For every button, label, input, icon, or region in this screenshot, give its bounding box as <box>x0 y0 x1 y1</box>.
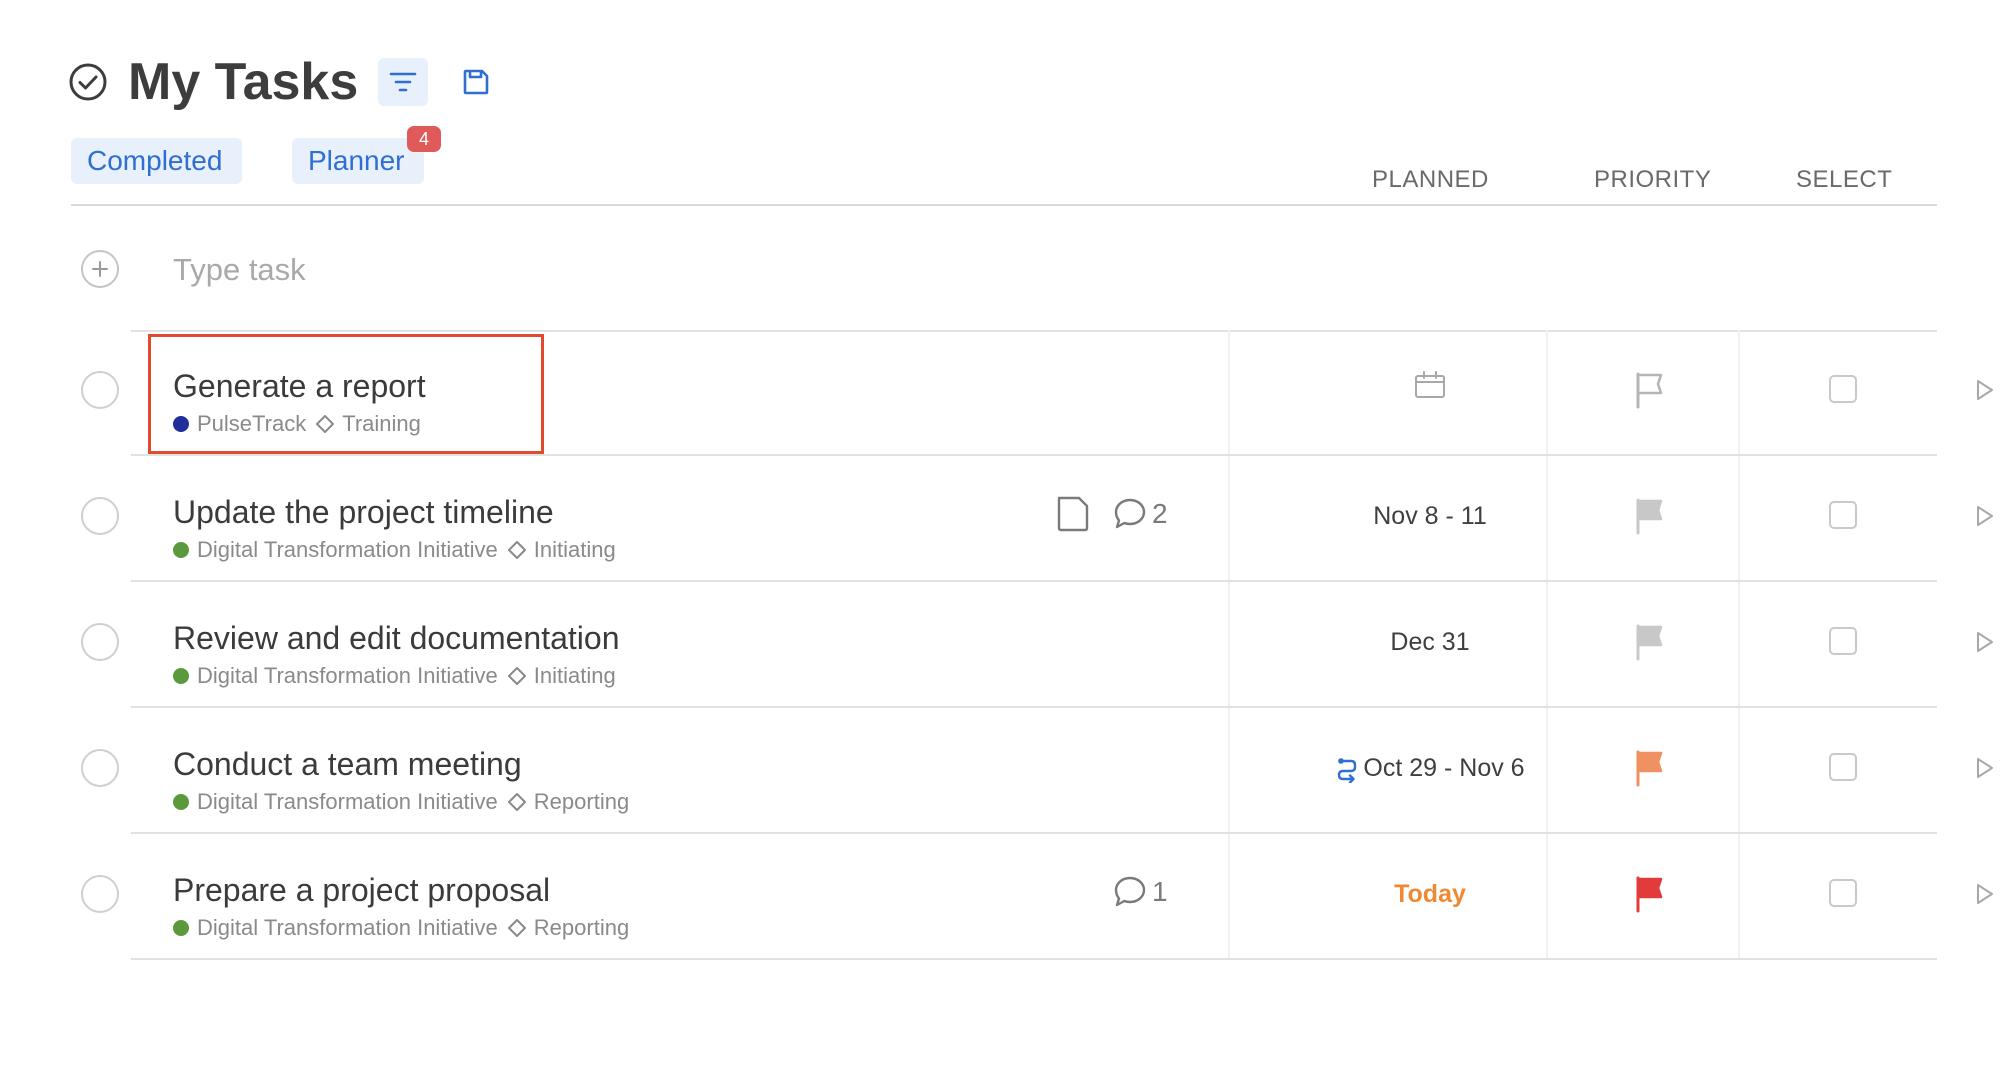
project-color-dot <box>173 668 189 684</box>
task-meta: Digital Transformation Initiative Report… <box>173 788 629 816</box>
new-task-input[interactable]: Type task <box>173 250 306 290</box>
recurring-icon <box>1338 758 1357 783</box>
priority-flag-gray-icon[interactable] <box>1630 622 1670 662</box>
stage-diamond-icon <box>507 541 526 559</box>
column-header-planned[interactable]: PLANNED <box>1372 164 1489 196</box>
task-row[interactable]: Update the project timeline Digital Tran… <box>0 456 2012 582</box>
planned-date: Oct 29 - Nov 6 <box>1363 754 1525 782</box>
select-checkbox[interactable] <box>1829 753 1857 781</box>
task-project[interactable]: Digital Transformation Initiative <box>197 536 498 564</box>
page-title: My Tasks <box>128 53 359 111</box>
calendar-icon <box>1415 371 1445 398</box>
open-task-arrow-icon[interactable] <box>1974 755 1996 781</box>
task-title[interactable]: Conduct a team meeting <box>173 744 522 784</box>
task-row[interactable]: Review and edit documentation Digital Tr… <box>0 582 2012 708</box>
select-checkbox[interactable] <box>1829 879 1857 907</box>
task-meta: Digital Transformation Initiative Report… <box>173 914 629 942</box>
stage-diamond-icon <box>507 919 526 937</box>
stage-diamond-icon <box>507 667 526 685</box>
open-task-arrow-icon[interactable] <box>1974 503 1996 529</box>
task-stage[interactable]: Reporting <box>534 788 629 816</box>
planner-count-badge: 4 <box>407 126 441 152</box>
row-divider <box>131 958 1937 960</box>
task-title[interactable]: Update the project timeline <box>173 492 554 532</box>
project-color-dot <box>173 542 189 558</box>
comments-button[interactable]: 2 <box>1112 494 1168 534</box>
attachment-icon[interactable] <box>1055 494 1091 534</box>
priority-flag-orange-icon[interactable] <box>1630 748 1670 788</box>
task-stage[interactable]: Reporting <box>534 914 629 942</box>
highlight-box <box>148 334 544 454</box>
planned-date: Nov 8 - 11 <box>1373 502 1487 530</box>
open-task-arrow-icon[interactable] <box>1974 629 1996 655</box>
column-separator <box>1738 834 1740 958</box>
planned-date-button[interactable]: Nov 8 - 11 <box>1230 496 1630 536</box>
planned-date: Dec 31 <box>1390 628 1470 656</box>
select-checkbox[interactable] <box>1829 627 1857 655</box>
planned-date-button[interactable]: Today <box>1230 874 1630 914</box>
save-button[interactable] <box>454 60 498 104</box>
my-tasks-check-icon <box>68 62 108 102</box>
header-divider <box>71 204 1937 206</box>
task-stage[interactable]: Initiating <box>534 536 616 564</box>
comment-icon <box>1114 498 1146 529</box>
save-icon <box>463 69 489 95</box>
planned-date-button[interactable] <box>1230 370 1630 400</box>
select-checkbox[interactable] <box>1829 375 1857 403</box>
comment-count: 2 <box>1152 498 1168 529</box>
task-project[interactable]: Digital Transformation Initiative <box>197 914 498 942</box>
complete-task-toggle[interactable] <box>81 497 119 535</box>
priority-flag-red-icon[interactable] <box>1630 874 1670 914</box>
open-task-arrow-icon[interactable] <box>1974 377 1996 403</box>
planned-date-button[interactable]: Dec 31 <box>1230 622 1630 662</box>
stage-diamond-icon <box>507 793 526 811</box>
task-title[interactable]: Prepare a project proposal <box>173 870 550 910</box>
priority-flag-gray-icon[interactable] <box>1630 496 1670 536</box>
planned-date: Today <box>1394 880 1466 908</box>
tab-planner[interactable]: Planner <box>292 138 424 184</box>
open-task-arrow-icon[interactable] <box>1974 881 1996 907</box>
task-row[interactable]: Conduct a team meeting Digital Transform… <box>0 708 2012 834</box>
column-separator <box>1738 456 1740 580</box>
complete-task-toggle[interactable] <box>81 371 119 409</box>
planned-date-button[interactable]: Oct 29 - Nov 6 <box>1230 748 1630 788</box>
complete-task-toggle[interactable] <box>81 749 119 787</box>
comment-icon <box>1114 876 1146 907</box>
column-separator <box>1738 330 1740 454</box>
task-title[interactable]: Review and edit documentation <box>173 618 620 658</box>
task-project[interactable]: Digital Transformation Initiative <box>197 662 498 690</box>
task-meta: Digital Transformation Initiative Initia… <box>173 662 616 690</box>
priority-flag-outline-icon[interactable] <box>1630 370 1670 410</box>
tab-completed[interactable]: Completed <box>71 138 242 184</box>
project-color-dot <box>173 920 189 936</box>
task-row[interactable]: Prepare a project proposal Digital Trans… <box>0 834 2012 960</box>
column-separator <box>1738 582 1740 706</box>
project-color-dot <box>173 794 189 810</box>
filter-button[interactable] <box>378 58 428 106</box>
comment-count: 1 <box>1152 876 1168 907</box>
complete-task-toggle[interactable] <box>81 623 119 661</box>
select-checkbox[interactable] <box>1829 501 1857 529</box>
comments-button[interactable]: 1 <box>1112 872 1168 912</box>
filter-icon <box>389 72 417 92</box>
task-stage[interactable]: Initiating <box>534 662 616 690</box>
task-meta: Digital Transformation Initiative Initia… <box>173 536 616 564</box>
complete-task-toggle[interactable] <box>81 875 119 913</box>
column-separator <box>1738 708 1740 832</box>
add-task-icon[interactable] <box>80 249 120 289</box>
column-header-priority[interactable]: PRIORITY <box>1594 164 1711 196</box>
column-header-select[interactable]: SELECT <box>1796 164 1892 196</box>
task-project[interactable]: Digital Transformation Initiative <box>197 788 498 816</box>
